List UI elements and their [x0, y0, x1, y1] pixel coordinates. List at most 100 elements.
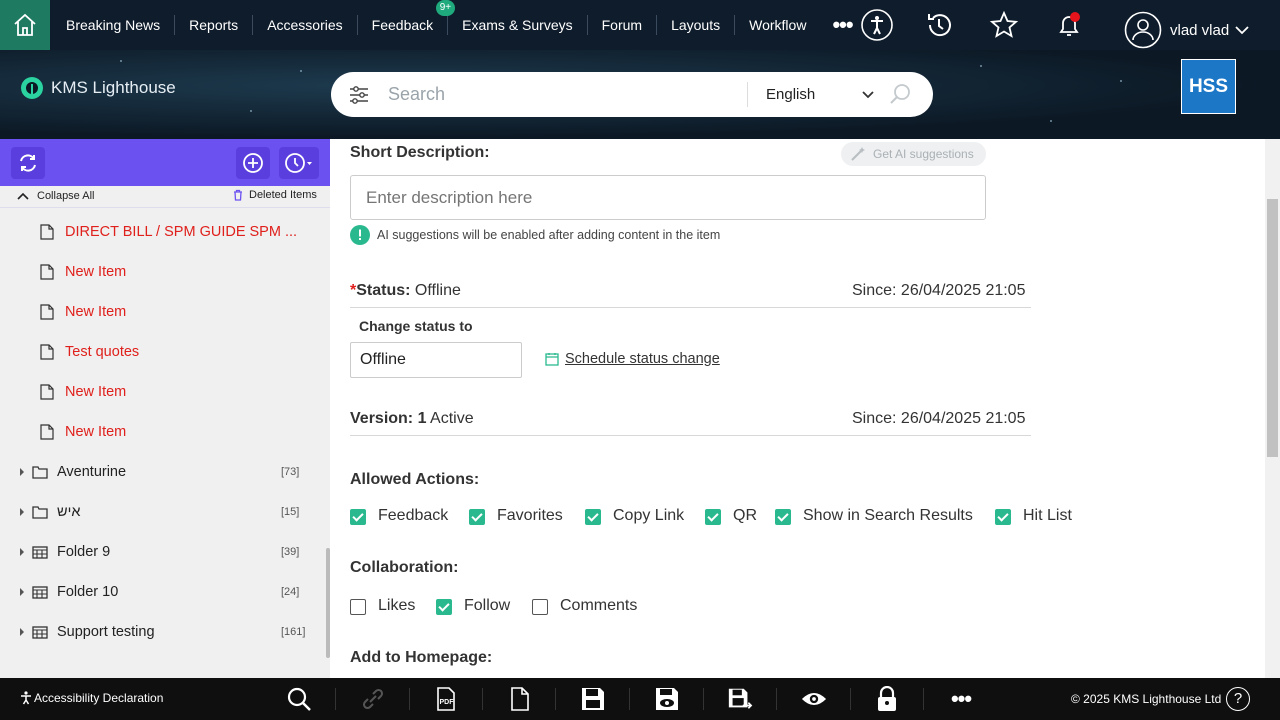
separator — [850, 688, 851, 710]
svg-text:PDF: PDF — [440, 699, 455, 706]
refresh-button[interactable] — [11, 147, 45, 179]
checkbox-label: QR — [733, 507, 757, 524]
accessibility-declaration-link[interactable]: Accessibility Declaration — [20, 691, 163, 705]
nav-exams-surveys[interactable]: Exams & Surveys — [448, 15, 588, 35]
notifications-button[interactable] — [1053, 9, 1085, 41]
logo-text: KMS Lighthouse — [51, 78, 176, 97]
search-icon[interactable] — [889, 83, 911, 105]
more-menu-button[interactable]: ••• — [832, 12, 853, 38]
new-document-button[interactable] — [507, 686, 533, 712]
preview-button[interactable] — [801, 686, 827, 712]
nav-reports[interactable]: Reports — [175, 15, 254, 35]
nav-breaking-news[interactable]: Breaking News — [52, 15, 176, 35]
home-button[interactable] — [0, 0, 50, 50]
version-row: Version: 1 Active — [350, 410, 474, 428]
tree-item[interactable]: New Item — [40, 262, 126, 282]
star-dot — [980, 65, 982, 67]
save-button[interactable] — [580, 686, 606, 712]
clock-icon — [285, 153, 312, 173]
checkbox-label: Favorites — [497, 507, 563, 524]
change-status-label: Change status to — [359, 318, 473, 334]
nav-layouts[interactable]: Layouts — [657, 15, 736, 35]
tree-item[interactable]: New Item — [40, 382, 126, 402]
description-input[interactable] — [350, 175, 986, 220]
search-input[interactable] — [388, 84, 708, 105]
save-icon — [582, 688, 604, 710]
filter-icon[interactable] — [348, 84, 370, 106]
deleted-items-button[interactable]: Deleted Items — [233, 189, 317, 201]
tree-folder-count: [161] — [281, 626, 306, 638]
checkbox-follow[interactable] — [436, 599, 452, 615]
tree-folder-count: [39] — [281, 546, 300, 558]
user-menu[interactable]: vlad vlad — [1124, 11, 1249, 49]
ai-suggestions-button[interactable]: Get AI suggestions — [841, 142, 986, 166]
checkbox-comments[interactable] — [532, 599, 548, 615]
tree-folder[interactable]: Support testing [161] — [0, 622, 322, 642]
tree-folder[interactable]: Aventurine [73] — [0, 462, 322, 482]
tree-folder[interactable]: Folder 9 [39] — [0, 542, 322, 562]
tree-folder[interactable]: איש [15] — [0, 502, 322, 522]
checkbox-qr[interactable] — [705, 509, 721, 525]
document-icon — [40, 264, 54, 280]
copy-link-button[interactable] — [360, 686, 386, 712]
lock-icon — [878, 686, 896, 711]
tree-item[interactable]: New Item — [40, 302, 126, 322]
star-dot — [250, 110, 252, 112]
status-since: Since: 26/04/2025 21:05 — [852, 282, 1026, 299]
recent-button[interactable] — [279, 147, 319, 179]
caret-right-icon[interactable] — [18, 467, 26, 477]
caret-right-icon[interactable] — [18, 627, 26, 637]
history-button[interactable] — [923, 9, 955, 41]
search-tool-button[interactable] — [286, 686, 312, 712]
nav-workflow[interactable]: Workflow — [735, 15, 820, 35]
save-and-publish-button[interactable] — [727, 686, 753, 712]
help-button[interactable]: ? — [1226, 687, 1250, 711]
search-icon — [287, 687, 311, 711]
change-status-select[interactable]: Offline — [350, 342, 522, 378]
checkbox-favorites[interactable] — [469, 509, 485, 525]
checkbox-hit-list[interactable] — [995, 509, 1011, 525]
tree-item[interactable]: Test quotes — [40, 342, 139, 362]
more-actions-button[interactable]: ••• — [948, 686, 974, 712]
save-publish-icon — [728, 688, 753, 709]
checkbox-feedback[interactable] — [350, 509, 366, 525]
caret-right-icon[interactable] — [18, 547, 26, 557]
notification-badge: 9+ — [435, 0, 456, 16]
schedule-status-link[interactable]: Schedule status change — [545, 351, 720, 367]
checkbox-copy-link[interactable] — [585, 509, 601, 525]
accessibility-button[interactable] — [861, 9, 893, 41]
chevron-down-icon — [862, 91, 874, 99]
checkbox-label: Copy Link — [613, 507, 685, 524]
lock-button[interactable] — [874, 686, 900, 712]
checkbox-likes[interactable] — [350, 599, 366, 615]
separator — [555, 688, 556, 710]
tree-folder[interactable]: Folder 10 [24] — [0, 582, 322, 602]
language-value: English — [766, 86, 816, 103]
nav-forum[interactable]: Forum — [588, 15, 658, 35]
page-scrollbar-thumb[interactable] — [1267, 199, 1278, 457]
tree-folder-count: [15] — [281, 506, 300, 518]
checkbox-label: Comments — [560, 597, 638, 614]
accessibility-declaration-label: Accessibility Declaration — [34, 691, 164, 705]
star-dot — [300, 70, 302, 72]
more-actions-label: ••• — [950, 686, 972, 711]
tree-folder-label: Support testing — [57, 624, 155, 640]
caret-right-icon[interactable] — [18, 587, 26, 597]
nav-accessories[interactable]: Accessories — [253, 15, 358, 35]
save-and-view-button[interactable] — [654, 686, 680, 712]
favorites-button[interactable] — [988, 9, 1020, 41]
language-select[interactable]: English — [747, 82, 877, 107]
hss-badge[interactable]: HSS — [1181, 59, 1236, 114]
help-label: ? — [1233, 690, 1243, 707]
tree-folder-count: [73] — [281, 466, 300, 478]
add-item-button[interactable] — [236, 147, 270, 179]
nav-feedback[interactable]: Feedback 9+ — [358, 0, 456, 35]
checkbox-show-in-search-results[interactable] — [775, 509, 791, 525]
tree-item[interactable]: New Item — [40, 422, 126, 442]
collapse-all-button[interactable]: Collapse All — [17, 190, 94, 202]
caret-right-icon[interactable] — [18, 507, 26, 517]
page-scrollbar[interactable] — [1265, 139, 1280, 678]
tree-item[interactable]: DIRECT BILL / SPM GUIDE SPM ... — [40, 222, 297, 242]
export-pdf-button[interactable]: PDF — [433, 686, 459, 712]
checkbox-label: Show in Search Results — [803, 507, 973, 524]
